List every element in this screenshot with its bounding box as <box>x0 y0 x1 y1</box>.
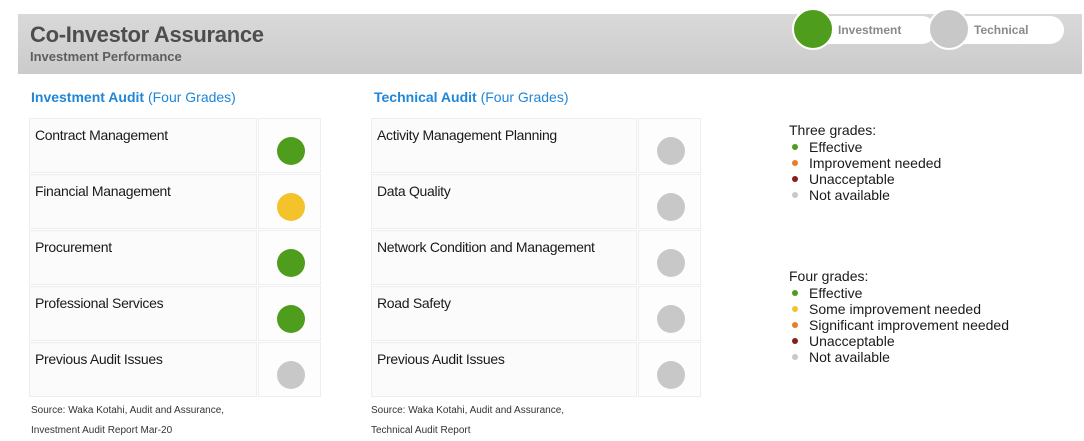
legend-four-item-label: Unacceptable <box>809 333 895 349</box>
legend-four-bullet-icon <box>792 306 798 312</box>
technical-toggle-dot <box>928 8 970 50</box>
technical-audit-row-label: Road Safety <box>371 286 637 341</box>
legend-four-item-label: Not available <box>809 349 890 365</box>
investment-source-line1: Source: Waka Kotahi, Audit and Assurance… <box>31 405 225 416</box>
technical-audit-status-dot <box>656 137 685 165</box>
investment-audit-status-cell <box>258 230 321 285</box>
technical-source-line2: Technical Audit Report <box>371 425 471 436</box>
legend-three-item: Not available <box>789 187 941 203</box>
technical-audit-row-label: Previous Audit Issues <box>371 342 637 397</box>
technical-audit-status-cell <box>638 174 701 229</box>
investment-audit-row-label: Professional Services <box>29 286 257 341</box>
technical-toggle[interactable]: Technical <box>928 8 1064 50</box>
legend-three-title: Three grades: <box>789 122 877 138</box>
technical-audit-row-label: Data Quality <box>371 174 637 229</box>
legend-four-title: Four grades: <box>789 268 869 284</box>
legend-three-item-label: Improvement needed <box>809 155 942 171</box>
technical-audit-status-dot <box>656 361 685 389</box>
investment-audit-status-cell <box>258 174 321 229</box>
legend-four-bullet-icon <box>792 354 798 360</box>
legend-three-bullet-icon <box>792 160 798 166</box>
investment-audit-row-label: Previous Audit Issues <box>29 342 257 397</box>
investment-source: Source: Waka Kotahi, Audit and Assurance… <box>31 401 224 441</box>
technical-audit-status-cell <box>638 342 701 397</box>
legend-four-bullet-icon <box>792 290 798 296</box>
investment-audit-status-dot <box>276 193 305 221</box>
investment-audit-status-dot <box>276 249 305 277</box>
investment-audit-title: Investment Audit <box>31 89 145 105</box>
technical-audit-grades: (Four Grades) <box>480 89 569 105</box>
page-title: Co-Investor Assurance <box>30 22 264 47</box>
technical-source-line1: Source: Waka Kotahi, Audit and Assurance… <box>371 405 565 416</box>
investment-toggle[interactable]: Investment <box>792 8 942 50</box>
legend-three-item-label: Not available <box>809 187 890 203</box>
legend-four-grades: Four grades: Effective Some improvement n… <box>789 268 1009 365</box>
investment-audit-row-label: Contract Management <box>29 118 257 173</box>
legend-three-grades: Three grades: Effective Improvement neede… <box>789 122 941 203</box>
technical-audit-heading: Technical Audit (Four Grades) <box>374 89 569 105</box>
technical-source: Source: Waka Kotahi, Audit and Assurance… <box>371 401 564 441</box>
investment-audit-status-cell <box>258 118 321 173</box>
technical-audit-status-dot <box>656 193 685 221</box>
investment-audit-status-dot <box>276 305 305 333</box>
legend-three-item: Unacceptable <box>789 171 941 187</box>
investment-audit-row-label: Procurement <box>29 230 257 285</box>
investment-audit-status-dot <box>276 137 305 165</box>
investment-source-line2: Investment Audit Report Mar-20 <box>31 425 173 436</box>
technical-audit-status-cell <box>638 118 701 173</box>
investment-audit-grades: (Four Grades) <box>147 89 236 105</box>
legend-four-item-label: Significant improvement needed <box>809 317 1010 333</box>
investment-toggle-dot <box>792 8 834 50</box>
legend-three-item-label: Unacceptable <box>809 171 895 187</box>
legend-four-item: Unacceptable <box>789 333 1009 349</box>
investment-audit-status-dot <box>276 361 305 389</box>
legend-four-item: Not available <box>789 349 1009 365</box>
legend-four-item: Effective <box>789 285 1009 301</box>
technical-audit-row-label: Network Condition and Management <box>371 230 637 285</box>
investment-audit-status-cell <box>258 286 321 341</box>
investment-audit-row-label: Financial Management <box>29 174 257 229</box>
legend-three-bullet-icon <box>792 192 798 198</box>
legend-four-item: Some improvement needed <box>789 301 1009 317</box>
technical-audit-status-cell <box>638 230 701 285</box>
legend-three-item: Effective <box>789 139 941 155</box>
investment-audit-heading: Investment Audit (Four Grades) <box>31 89 236 105</box>
legend-three-item-label: Effective <box>809 139 863 155</box>
legend-four-bullet-icon <box>792 338 798 344</box>
legend-four-item-label: Some improvement needed <box>809 301 981 317</box>
legend-three-item: Improvement needed <box>789 155 941 171</box>
legend-four-item-label: Effective <box>809 285 863 301</box>
legend-three-bullet-icon <box>792 144 798 150</box>
page-subtitle: Investment Performance <box>30 49 182 64</box>
legend-three-bullet-icon <box>792 176 798 182</box>
technical-audit-status-cell <box>638 286 701 341</box>
legend-four-bullet-icon <box>792 322 798 328</box>
technical-audit-title: Technical Audit <box>374 89 477 105</box>
technical-audit-status-dot <box>656 305 685 333</box>
technical-audit-status-dot <box>656 249 685 277</box>
technical-audit-row-label: Activity Management Planning <box>371 118 637 173</box>
legend-four-item: Significant improvement needed <box>789 317 1009 333</box>
investment-audit-status-cell <box>258 342 321 397</box>
